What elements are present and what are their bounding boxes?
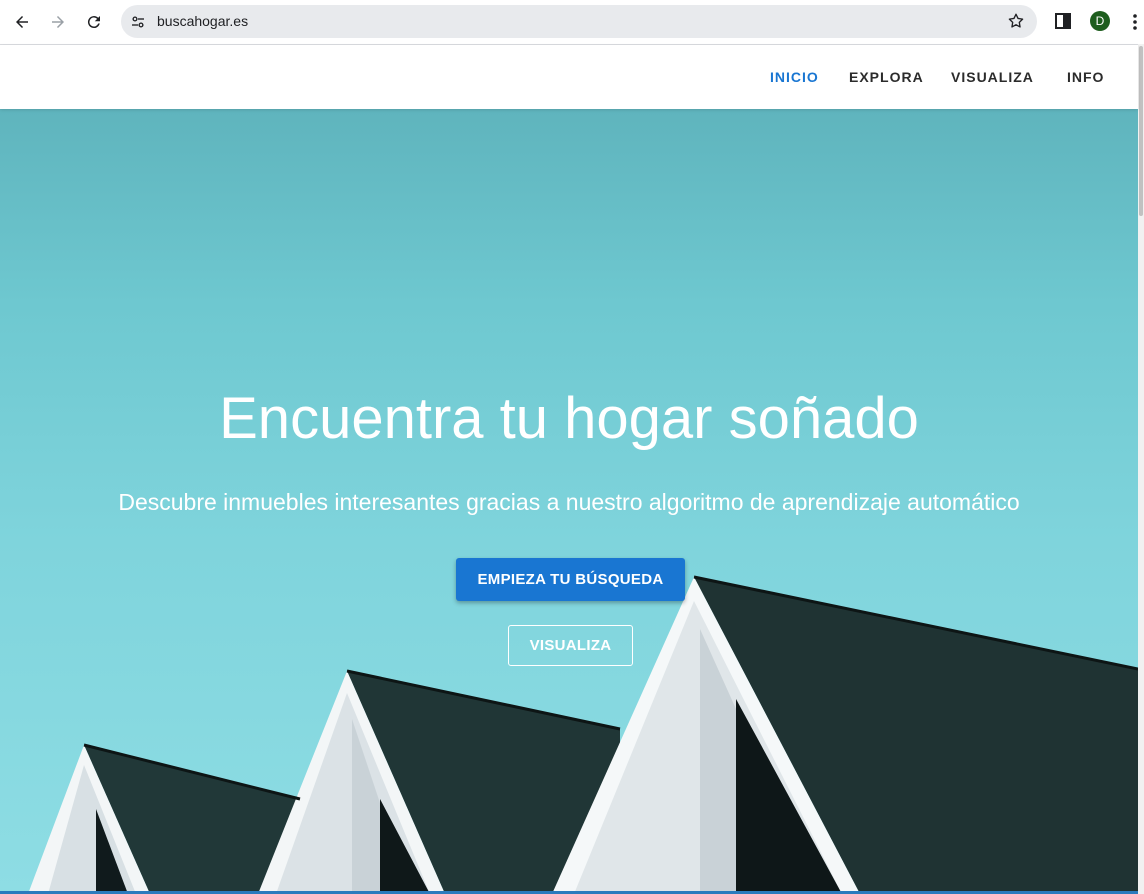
hero-subtitle: Descubre inmuebles interesantes gracias … [118, 489, 1020, 515]
reload-icon[interactable] [81, 9, 107, 35]
scrollbar-thumb[interactable] [1139, 46, 1143, 216]
hero-title: Encuentra tu hogar soñado [219, 386, 919, 451]
page-scrollbar[interactable] [1138, 44, 1144, 894]
hero-section: Encuentra tu hogar soñado Descubre inmue… [0, 109, 1138, 894]
nav-item-info[interactable]: INFO [1067, 69, 1104, 85]
nav-item-explora[interactable]: EXPLORA [849, 69, 924, 85]
visualiza-button[interactable]: VISUALIZA [508, 625, 633, 666]
avatar-letter: D [1095, 14, 1105, 28]
url-text: buscahogar.es [157, 13, 249, 29]
forward-arrow-icon[interactable] [45, 9, 71, 35]
nav-item-visualiza[interactable]: VISUALIZA [951, 69, 1034, 85]
site-header: INICIO EXPLORA VISUALIZA INFO [0, 45, 1138, 109]
address-bar[interactable]: buscahogar.es [121, 5, 1037, 38]
back-arrow-icon[interactable] [9, 9, 35, 35]
site-settings-icon[interactable] [129, 13, 147, 31]
bookmark-star-icon[interactable] [1007, 12, 1025, 30]
browser-toolbar: buscahogar.es D [0, 0, 1144, 45]
menu-dots-icon[interactable] [1128, 12, 1142, 32]
side-panel-icon[interactable] [1054, 12, 1072, 30]
start-search-button[interactable]: EMPIEZA TU BÚSQUEDA [456, 558, 685, 601]
profile-avatar[interactable]: D [1090, 11, 1110, 31]
nav-item-inicio[interactable]: INICIO [770, 69, 819, 85]
